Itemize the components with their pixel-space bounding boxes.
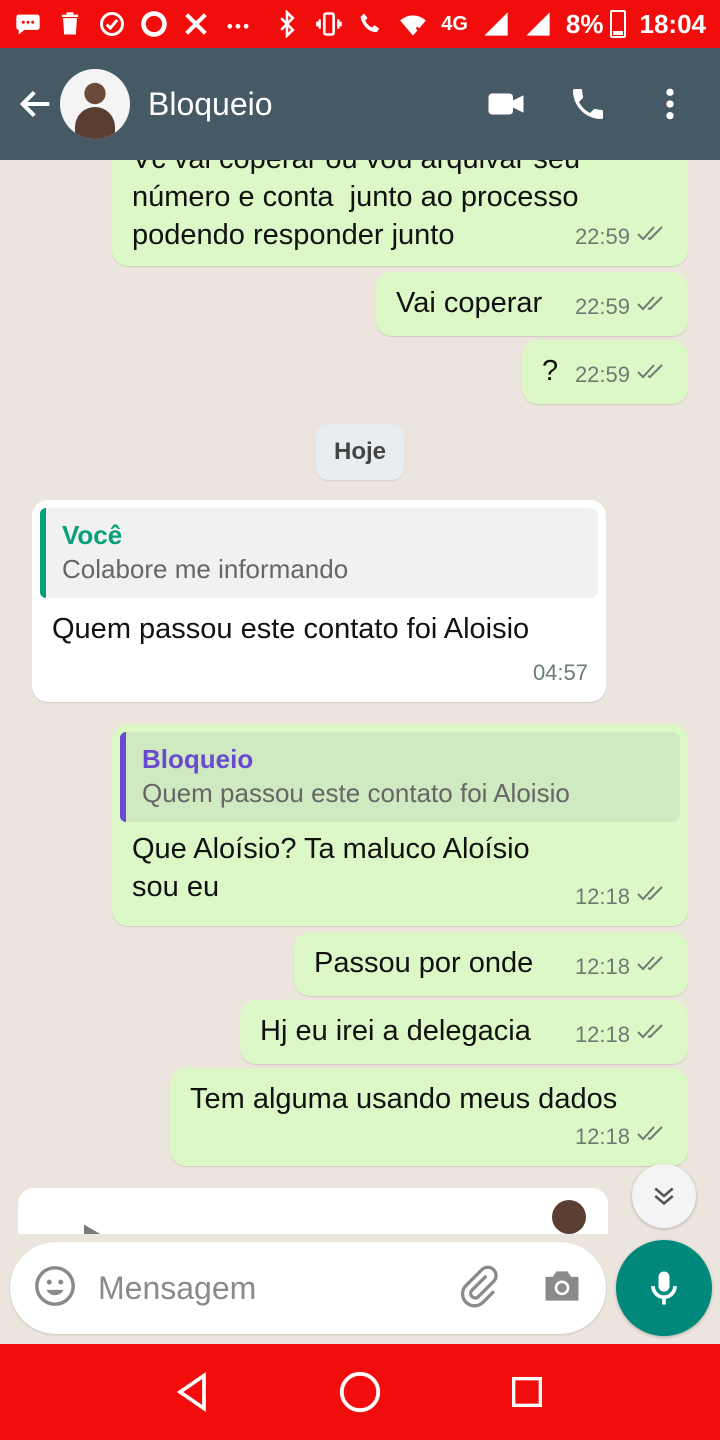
message-time: 12:18 (574, 884, 630, 909)
message-input[interactable]: Mensagem (98, 1270, 256, 1307)
chat-header: Bloqueio (0, 48, 720, 160)
mic-icon (651, 1271, 677, 1305)
battery-icon (609, 10, 626, 38)
message-meta: 22:59 (575, 356, 670, 394)
overflow-menu-icon[interactable] (646, 80, 694, 128)
message-meta: 12:18 (575, 948, 670, 986)
audio-sender-avatar (552, 1200, 586, 1234)
quote-author: Bloqueio (142, 744, 254, 774)
read-ticks-icon (636, 356, 670, 394)
camera-icon[interactable] (540, 1264, 584, 1313)
double-chevron-down-icon (654, 1187, 674, 1206)
battery-indicator: 8% (566, 9, 626, 40)
quote-text: Quem passou este contato foi Aloisio (142, 778, 570, 808)
x-icon (182, 10, 210, 38)
wifi-off-icon (399, 10, 427, 38)
outgoing-message[interactable]: Vc vai coperar ou vou arquivar seu númer… (112, 160, 688, 266)
outgoing-message[interactable]: ? 22:59 (522, 340, 688, 404)
battery-level: 8% (565, 8, 604, 39)
notification-icons (14, 10, 252, 38)
volte-call-icon (357, 10, 385, 38)
message-time: 12:18 (574, 1022, 630, 1047)
nav-home-button[interactable] (330, 1362, 390, 1422)
network-type-label: 4G (441, 12, 468, 35)
outgoing-message[interactable]: Tem alguma usando meus dados 12:18 (170, 1068, 688, 1166)
quoted-message[interactable]: Você Colabore me informando (40, 508, 598, 598)
clock: 18:04 (639, 8, 707, 39)
scroll-to-bottom-button[interactable] (632, 1164, 696, 1228)
system-icons: 4G 8% 18:04 (273, 9, 706, 40)
caixa-tem-icon (140, 10, 168, 38)
outgoing-message[interactable]: Bloqueio Quem passou este contato foi Al… (112, 724, 688, 926)
bluetooth-icon (273, 10, 301, 38)
message-text: Tem alguma usando meus dados (190, 1083, 618, 1115)
square-recents-icon (511, 1377, 542, 1407)
mic-button[interactable] (616, 1240, 712, 1336)
quote-text: Colabore me informando (62, 554, 349, 584)
outgoing-message[interactable]: Hj eu irei a delegacia 12:18 (240, 1000, 688, 1064)
trash-icon (56, 10, 84, 38)
quote-author: Você (62, 520, 123, 550)
message-composer: Mensagem (10, 1242, 606, 1334)
message-time: 22:59 (574, 294, 630, 319)
outgoing-message[interactable]: Passou por onde 12:18 (294, 932, 688, 996)
read-ticks-icon (636, 1118, 670, 1156)
triangle-back-icon (177, 1372, 207, 1412)
attach-icon[interactable] (456, 1264, 500, 1313)
nav-back-button[interactable] (163, 1362, 223, 1422)
outgoing-message[interactable]: Vai coperar 22:59 (376, 272, 688, 336)
read-ticks-icon (636, 288, 670, 326)
read-ticks-icon (636, 878, 670, 916)
avatar[interactable] (60, 69, 130, 139)
message-meta: 04:57 (533, 654, 588, 692)
message-time: 04:57 (532, 660, 588, 685)
signal-icon (524, 10, 552, 38)
date-separator: Hoje (316, 424, 404, 480)
system-navigation-bar (0, 1344, 720, 1440)
quoted-message[interactable]: Bloqueio Quem passou este contato foi Al… (120, 732, 680, 822)
message-text: Quem passou este contato foi Aloisio (52, 613, 530, 645)
check-circle-icon (98, 10, 126, 38)
read-ticks-icon (636, 218, 670, 256)
message-meta: 12:18 (575, 1016, 670, 1054)
message-time: 12:18 (574, 954, 630, 979)
message-meta: 12:18 (575, 1118, 670, 1156)
message-time: 22:59 (574, 224, 630, 249)
read-ticks-icon (636, 1016, 670, 1054)
message-list[interactable]: Vc vai coperar ou vou arquivar seu númer… (0, 160, 720, 1234)
more-dots-icon (224, 10, 252, 38)
play-icon[interactable] (74, 1218, 114, 1234)
message-meta: 12:18 (575, 878, 670, 916)
back-arrow-icon[interactable] (6, 74, 66, 134)
message-meta: 22:59 (575, 218, 670, 256)
nav-recents-button[interactable] (497, 1362, 557, 1422)
incoming-audio-message[interactable] (18, 1188, 608, 1234)
signal-icon (482, 10, 510, 38)
status-bar: 4G 8% 18:04 (0, 0, 720, 48)
contact-name[interactable]: Bloqueio (148, 86, 273, 123)
emoji-icon[interactable] (32, 1263, 78, 1314)
message-meta: 22:59 (575, 288, 670, 326)
incoming-message[interactable]: Você Colabore me informando Quem passou … (32, 500, 606, 702)
phone-call-icon[interactable] (564, 80, 612, 128)
message-icon (14, 10, 42, 38)
message-time: 22:59 (574, 362, 630, 387)
video-call-icon[interactable] (482, 80, 530, 128)
message-time: 12:18 (574, 1124, 630, 1149)
circle-home-icon (339, 1371, 381, 1413)
read-ticks-icon (636, 948, 670, 986)
vibrate-icon (315, 10, 343, 38)
